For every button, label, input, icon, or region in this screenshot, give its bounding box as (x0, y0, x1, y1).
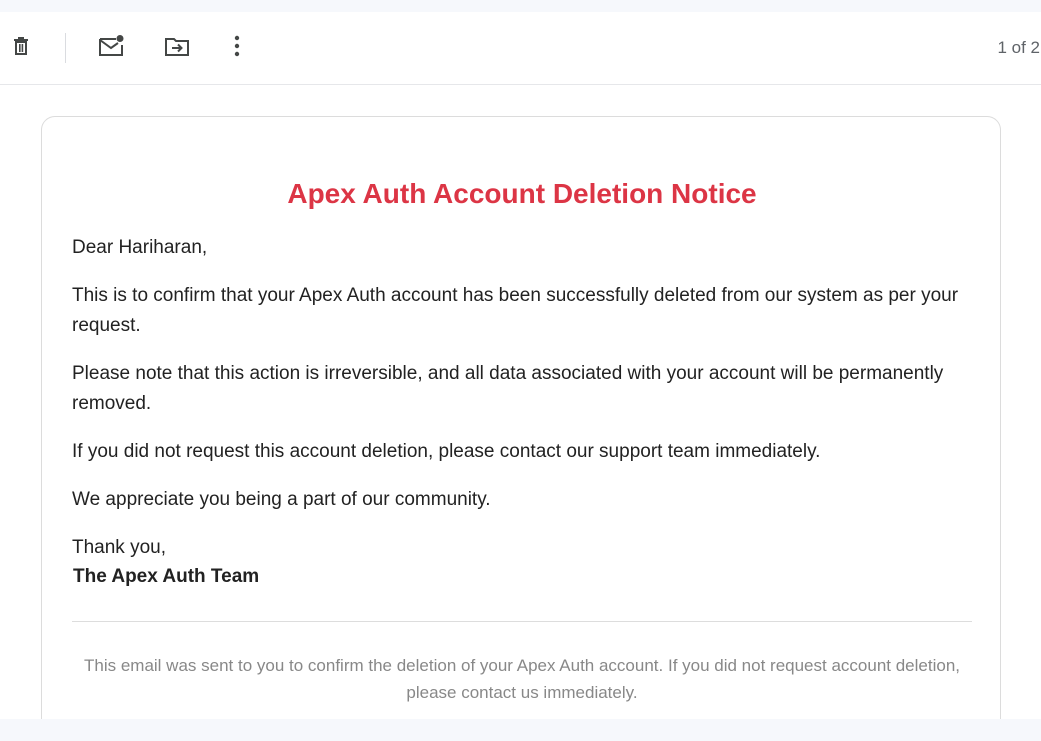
paragraph-contact-support: If you did not request this account dele… (72, 441, 821, 462)
paragraph-appreciation: We appreciate you being a part of our co… (72, 489, 491, 510)
footer-divider (72, 621, 972, 622)
signoff: Thank you, (72, 537, 166, 558)
paragraph-irreversible: Please note that this action is irrevers… (72, 363, 944, 414)
email-body: Apex Auth Account Deletion Notice Dear H… (72, 117, 972, 706)
message-viewport: Apex Auth Account Deletion Notice Dear H… (0, 0, 1041, 719)
signature-team: The Apex Auth Team (73, 566, 260, 587)
bottom-strip (0, 719, 1041, 741)
paragraph-confirmation: This is to confirm that your Apex Auth a… (72, 285, 959, 336)
email-title: Apex Auth Account Deletion Notice (287, 178, 757, 209)
email-footer: This email was sent to you to confirm th… (83, 656, 960, 702)
email-card: Apex Auth Account Deletion Notice Dear H… (41, 116, 1001, 719)
greeting: Dear Hariharan, (72, 237, 208, 258)
